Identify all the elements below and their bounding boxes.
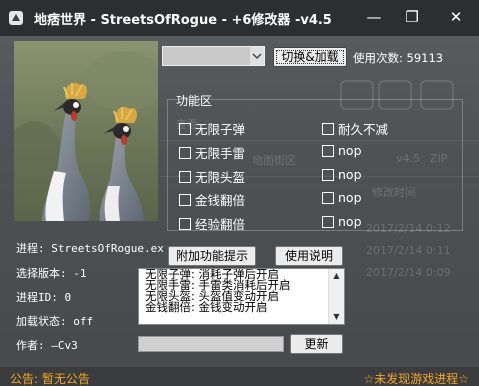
feature-checkbox-nop-4[interactable]: nop (322, 214, 362, 229)
announcement-text: 公告: 暂无公告 (10, 372, 90, 386)
ghost-text: 2017/2/14 0:11 (366, 244, 451, 257)
app-icon (9, 11, 23, 25)
checkbox[interactable] (322, 191, 334, 204)
usage-guide-button[interactable]: 使用说明 (275, 246, 343, 266)
checkbox[interactable] (179, 122, 191, 135)
checkbox[interactable] (322, 215, 334, 228)
feature-label: 无限子弹 (195, 122, 246, 137)
process-id-label: 进程ID: 0 (16, 291, 72, 304)
select-version-label: 选择版本: -1 (16, 267, 87, 280)
feature-checkbox-nop-3[interactable]: nop (322, 190, 362, 205)
checkbox[interactable] (179, 217, 191, 230)
game-cover-image (14, 41, 158, 221)
feature-checkbox-infinite-helmet[interactable]: 无限头盔 (179, 167, 245, 186)
feature-label: 金钱翻倍 (195, 193, 246, 208)
checkbox[interactable] (322, 168, 334, 181)
close-button[interactable]: ✕ (446, 8, 466, 26)
hint-log[interactable]: 无限子弹: 消耗子弹后开启 无限手雷: 手雷类消耗后开启 无限头盔: 头盔值变动… (138, 268, 345, 325)
log-scrollbar[interactable]: ▲ ▼ (328, 269, 344, 324)
feature-label: nop (338, 167, 362, 182)
status-bar: 公告: 暂无公告 ☆未发现游戏进程☆ (0, 367, 479, 386)
feature-checkbox-nop-1[interactable]: nop (322, 143, 362, 158)
feature-label: nop (338, 214, 362, 229)
feature-checkbox-no-durability-loss[interactable]: 耐久不减 (322, 119, 388, 138)
scroll-up-icon[interactable]: ▲ (329, 269, 344, 283)
update-button[interactable]: 更新 (290, 334, 343, 354)
feature-label: nop (338, 143, 362, 158)
game-status-text: ☆未发现游戏进程☆ (363, 372, 469, 386)
feature-checkbox-double-exp[interactable]: 经验翻倍 (179, 214, 245, 233)
scroll-down-icon[interactable]: ▼ (329, 310, 344, 324)
checkbox[interactable] (179, 193, 191, 206)
feature-label: 无限手雷 (195, 146, 246, 161)
checkbox[interactable] (179, 170, 191, 183)
feature-checkbox-infinite-ammo[interactable]: 无限子弹 (179, 119, 245, 138)
checkbox[interactable] (179, 146, 191, 159)
feature-checkbox-double-money[interactable]: 金钱翻倍 (179, 190, 245, 209)
feature-checkbox-infinite-grenades[interactable]: 无限手雷 (179, 143, 245, 162)
feature-checkbox-nop-2[interactable]: nop (322, 167, 362, 182)
restore-button[interactable]: ❐ (402, 8, 422, 26)
version-select[interactable] (162, 46, 265, 66)
log-line: 金钱翻倍: 金钱变动开启 (145, 300, 268, 314)
checkbox[interactable] (322, 144, 334, 157)
process-label: 进程: StreetsOfRogue.ex (16, 242, 164, 255)
checkbox[interactable] (322, 122, 334, 135)
load-status-label: 加载状态: off (16, 315, 94, 328)
usage-count: 使用次数: 59113 (353, 51, 444, 65)
title-bar[interactable]: 地痞世界 - StreetsOfRogue - +6修改器 -v4.5 — ❐ … (0, 0, 479, 36)
window-title: 地痞世界 - StreetsOfRogue - +6修改器 -v4.5 (34, 13, 332, 28)
ghost-text: 2017/2/14 0:09 (366, 266, 451, 279)
minimize-button[interactable]: — (364, 8, 384, 26)
feature-label: 无限头盔 (195, 170, 246, 185)
feature-group-title: 功能区 (176, 94, 213, 108)
feature-label: nop (338, 190, 362, 205)
trainer-window: 查看 地面街区 v4.5 ZIP 修改时间 2017/2/14 0:12 201… (0, 0, 479, 386)
author-input[interactable] (138, 336, 284, 352)
feature-label: 耐久不减 (338, 122, 389, 137)
switch-load-button[interactable]: 切换&加载 (273, 47, 347, 67)
chevron-down-icon[interactable] (250, 47, 264, 65)
feature-label: 经验翻倍 (195, 217, 246, 232)
author-label: 作者: —Cv3 (16, 339, 78, 352)
extra-hints-button[interactable]: 附加功能提示 (168, 246, 256, 266)
